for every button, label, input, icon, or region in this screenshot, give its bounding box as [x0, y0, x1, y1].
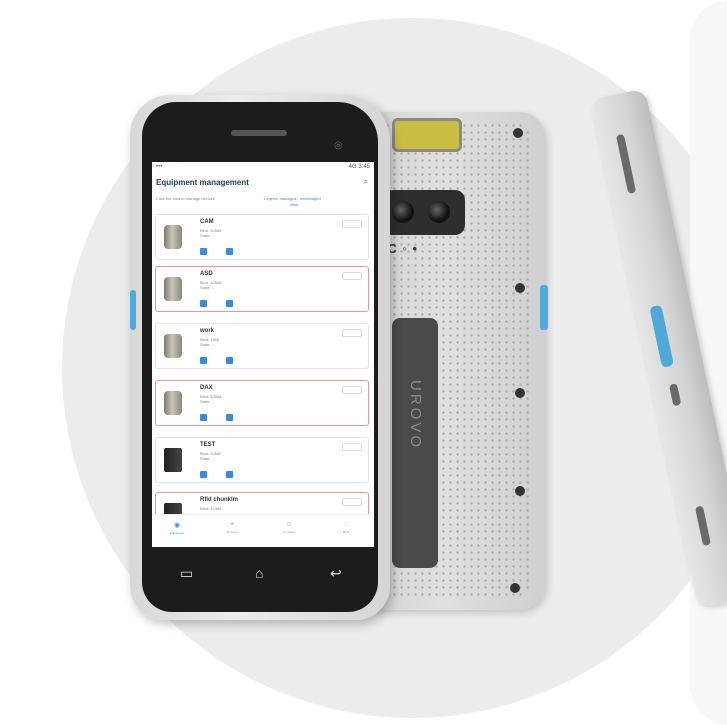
status-tag — [342, 329, 362, 337]
earpiece-speaker — [231, 130, 287, 136]
status-tag — [342, 443, 362, 451]
checkbox-icon[interactable] — [226, 300, 233, 307]
subtitle-text: Click the card to manage devices — [156, 196, 215, 201]
device-thumbnail — [164, 225, 182, 249]
nav-contacts[interactable]: ☺ Contacts — [269, 521, 309, 534]
flash-lens-icon — [428, 201, 450, 223]
device-thumbnail — [164, 391, 182, 415]
status-tag — [342, 272, 362, 280]
device-info: Bind: 7668 State: ... — [200, 337, 220, 347]
side-slot — [694, 505, 712, 547]
device-card[interactable]: CAM Bind: 32568 State: ... — [155, 214, 369, 260]
nav-services[interactable]: + Services — [212, 521, 252, 534]
bottom-nav: ◉ Equipment + Services ☺ Contacts ◌ Mine — [152, 514, 374, 547]
side-scan-button — [649, 304, 675, 368]
side-slot — [615, 133, 637, 195]
device-card[interactable]: work Bind: 7668 State: ... — [155, 323, 369, 369]
screw-icon — [515, 283, 525, 293]
screw-icon — [515, 388, 525, 398]
menu-key-icon: ▭ — [180, 565, 194, 581]
camera-lens-icon — [392, 201, 414, 223]
device-name: Rfid chunklm — [200, 497, 239, 503]
device-name: DAX — [200, 385, 213, 391]
view-link[interactable]: view — [290, 202, 298, 207]
checkbox-icon[interactable] — [226, 471, 233, 478]
status-right: 4G 3:45 — [348, 164, 370, 170]
product-photo: NFC ◦ • UROVO ◎ ••• 4G 3:45 Equipment ma… — [0, 0, 727, 725]
device-info: Bind: 32660 State: ... — [200, 451, 222, 461]
device-thumbnail — [164, 334, 182, 358]
home-key-icon: ⌂ — [255, 565, 264, 581]
plus-icon: + — [229, 521, 235, 528]
page-title: Equipment management — [156, 178, 249, 187]
device-info: Bind: 32568 State: ... — [200, 394, 222, 404]
home-icon: ◉ — [173, 522, 181, 529]
status-tag — [342, 220, 362, 228]
status-tag — [342, 498, 362, 506]
brand-logo: UROVO — [407, 380, 424, 451]
checkbox-icon[interactable] — [200, 471, 207, 478]
screw-icon — [515, 486, 525, 496]
legend-link[interactable]: Legend: managed / unmanaged — [264, 196, 321, 201]
device-card[interactable]: ASD Bind: 32568 State: ... — [155, 266, 369, 312]
checkbox-icon[interactable] — [200, 414, 207, 421]
device-name: ASD — [200, 271, 213, 277]
device-thumbnail — [164, 277, 182, 301]
checkbox-icon[interactable] — [200, 300, 207, 307]
status-left: ••• — [156, 164, 163, 170]
device-info: Bind: 37488 — [200, 506, 222, 511]
device-card[interactable]: DAX Bind: 32568 State: ... — [155, 380, 369, 426]
people-icon: ☺ — [285, 521, 293, 528]
side-slot — [668, 383, 682, 407]
device-name: CAM — [200, 219, 214, 225]
back-key-icon: ↩ — [330, 565, 342, 581]
search-icon[interactable]: ⌕ — [364, 177, 368, 187]
screw-icon — [513, 128, 523, 138]
nav-mine[interactable]: ◌ Mine — [326, 521, 366, 534]
device-name: TEST — [200, 442, 216, 448]
status-bar: ••• 4G 3:45 — [152, 162, 374, 172]
device-card[interactable]: TEST Bind: 32660 State: ... — [155, 437, 369, 483]
scanner-window — [392, 118, 462, 152]
checkbox-icon[interactable] — [200, 248, 207, 255]
device-thumbnail — [164, 448, 182, 472]
checkbox-icon[interactable] — [226, 357, 233, 364]
device-screen: ••• 4G 3:45 Equipment management ⌕ Click… — [152, 162, 374, 547]
screw-icon — [510, 583, 520, 593]
checkbox-icon[interactable] — [226, 414, 233, 421]
side-scan-button — [540, 285, 548, 330]
side-scan-button — [130, 290, 136, 330]
sensor-icon: ◎ — [334, 140, 343, 151]
checkbox-icon[interactable] — [226, 248, 233, 255]
nav-equipment[interactable]: ◉ Equipment — [157, 521, 197, 535]
status-tag — [342, 386, 362, 394]
checkbox-icon[interactable] — [200, 357, 207, 364]
device-name: work — [200, 328, 215, 334]
device-info: Bind: 32568 State: ... — [200, 228, 222, 238]
device-info: Bind: 32568 State: ... — [200, 280, 222, 290]
person-icon: ◌ — [343, 521, 349, 528]
